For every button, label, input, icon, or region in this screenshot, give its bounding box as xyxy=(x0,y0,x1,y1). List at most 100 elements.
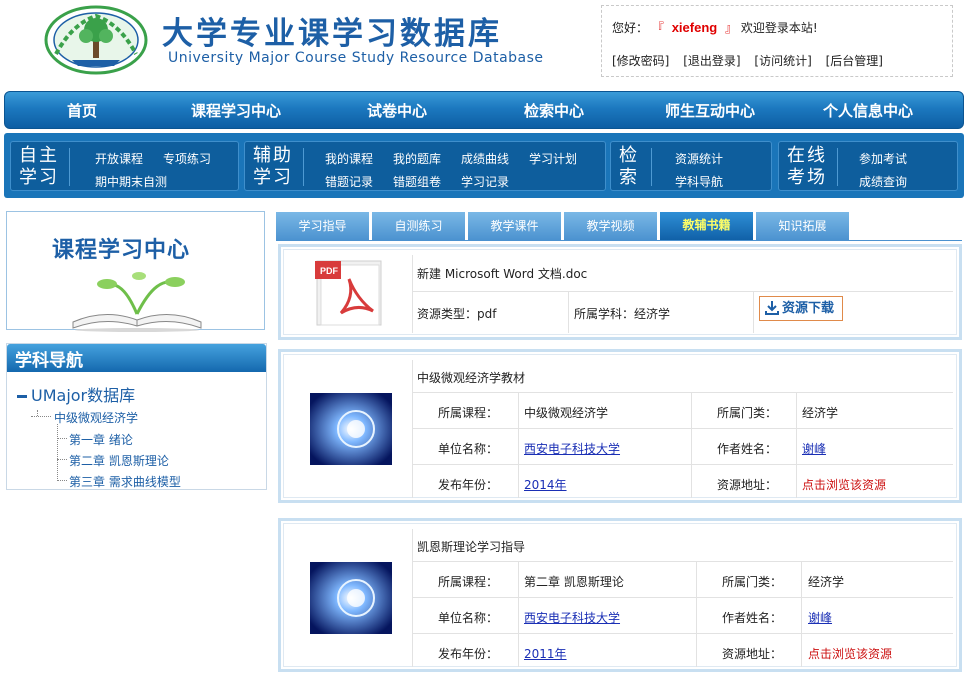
type-value: pdf xyxy=(477,307,497,321)
sub-link-special-practice[interactable]: 专项练习 xyxy=(163,150,211,167)
resource-title: 中级微观经济学教材 xyxy=(417,371,526,385)
open-quote: 『 xyxy=(651,21,664,35)
collapse-icon[interactable] xyxy=(17,395,27,398)
course-label: 所属课程： xyxy=(438,406,499,420)
course-value: 第二章 凯恩斯理论 xyxy=(524,575,624,589)
org-link[interactable]: 西安电子科技大学 xyxy=(524,440,620,457)
resource-card: 凯恩斯理论学习指导 所属课程： 第二章 凯恩斯理论 所属门类： 经济学 单位名称… xyxy=(278,518,962,672)
visit-stats-link[interactable]: [访问统计] xyxy=(754,54,811,68)
resource-thumbnail xyxy=(310,393,392,465)
sub-group-label: 自主学习 xyxy=(19,145,59,188)
year-link[interactable]: 2011年 xyxy=(524,645,567,662)
resource-title: 凯恩斯理论学习指导 xyxy=(417,540,526,554)
tab-study-guide[interactable]: 学习指导 xyxy=(276,212,370,241)
sub-link-my-courses[interactable]: 我的课程 xyxy=(325,150,373,167)
open-book-icon xyxy=(72,272,202,332)
author-link[interactable]: 谢峰 xyxy=(808,609,832,626)
author-label: 作者姓名： xyxy=(722,611,783,625)
tree-chapter-3[interactable]: 第三章 需求曲线模型 xyxy=(69,473,181,490)
tree-chapter-1[interactable]: 第一章 绪论 xyxy=(69,431,133,448)
category-value: 经济学 xyxy=(808,575,845,589)
tab-courseware[interactable]: 教学课件 xyxy=(468,212,562,241)
tab-books[interactable]: 教辅书籍 xyxy=(660,212,754,241)
sub-group-assisted-study: 辅助学习 我的课程 我的题库 成绩曲线 学习计划 错题记录 错题组卷 学习记录 xyxy=(244,141,606,191)
change-password-link[interactable]: [修改密码] xyxy=(612,54,669,68)
sub-link-resource-stats[interactable]: 资源统计 xyxy=(675,150,723,167)
resource-card: PDF 新建 Microsoft Word 文档.doc 资源类型：pdf 所属… xyxy=(278,244,962,340)
tree-root-label: UMajor数据库 xyxy=(31,386,136,405)
close-quote: 』 xyxy=(725,21,738,35)
browse-resource-link[interactable]: 点击浏览该资源 xyxy=(808,645,892,662)
banner-title: 课程学习中心 xyxy=(52,238,191,263)
subject-nav-header: 学科导航 xyxy=(7,344,266,372)
browse-resource-link[interactable]: 点击浏览该资源 xyxy=(802,476,886,493)
org-link[interactable]: 西安电子科技大学 xyxy=(524,609,620,626)
year-label: 发布年份： xyxy=(438,647,499,661)
category-label: 所属门类： xyxy=(722,575,783,589)
user-box: 您好： 『 xiefeng 』 欢迎登录本站! [修改密码] [退出登录] [访… xyxy=(601,5,953,77)
user-links: [修改密码] [退出登录] [访问统计] [后台管理] xyxy=(612,52,893,69)
year-link[interactable]: 2014年 xyxy=(524,476,567,493)
nav-home[interactable]: 首页 xyxy=(67,100,97,121)
pdf-icon: PDF xyxy=(315,260,382,326)
tree-chapter-2[interactable]: 第二章 凯恩斯理论 xyxy=(69,452,169,469)
subject-nav-title: 学科导航 xyxy=(15,351,83,371)
sub-link-midterm-test[interactable]: 期中期末自测 xyxy=(95,173,167,190)
svg-text:PDF: PDF xyxy=(320,266,339,276)
sub-nav: 自主学习 开放课程 专项练习 期中期末自测 辅助学习 我的课程 我的题库 成绩曲… xyxy=(4,133,964,198)
nav-exam-center[interactable]: 试卷中心 xyxy=(367,100,427,121)
university-logo-icon xyxy=(44,5,148,75)
subject-nav-panel: 学科导航 UMajor数据库 中级微观经济学 第一章 绪论 第二章 凯恩斯理论 … xyxy=(6,343,267,490)
course-center-banner: 课程学习中心 xyxy=(6,211,265,332)
sub-link-subject-nav[interactable]: 学科导航 xyxy=(675,173,723,190)
org-label: 单位名称： xyxy=(438,611,499,625)
sub-group-self-study: 自主学习 开放课程 专项练习 期中期末自测 xyxy=(10,141,239,191)
resource-title: 新建 Microsoft Word 文档.doc xyxy=(417,267,588,281)
download-button[interactable]: 资源下载 xyxy=(759,296,843,321)
sub-group-label: 辅助学习 xyxy=(253,145,293,188)
sub-link-study-records[interactable]: 学习记录 xyxy=(461,173,509,190)
nav-profile-center[interactable]: 个人信息中心 xyxy=(823,100,913,121)
nav-course-center[interactable]: 课程学习中心 xyxy=(191,100,281,121)
admin-link[interactable]: [后台管理] xyxy=(826,54,883,68)
sub-group-label: 检索 xyxy=(619,145,639,188)
tab-video[interactable]: 教学视频 xyxy=(564,212,658,241)
site-subtitle: University Major Course Study Resource D… xyxy=(168,50,544,66)
sub-link-open-course[interactable]: 开放课程 xyxy=(95,150,143,167)
sub-link-take-exam[interactable]: 参加考试 xyxy=(859,150,907,167)
course-label: 所属课程： xyxy=(438,575,499,589)
subject-label: 所属学科：经济学 xyxy=(574,307,671,321)
sub-group-search: 检索 资源统计 学科导航 xyxy=(610,141,772,191)
sub-link-my-questions[interactable]: 我的题库 xyxy=(393,150,441,167)
nav-search-center[interactable]: 检索中心 xyxy=(524,100,584,121)
sub-link-study-plan[interactable]: 学习计划 xyxy=(529,150,577,167)
logout-link[interactable]: [退出登录] xyxy=(683,54,740,68)
sub-link-score-curve[interactable]: 成绩曲线 xyxy=(461,150,509,167)
resource-thumbnail xyxy=(310,562,392,634)
tab-self-test[interactable]: 自测练习 xyxy=(372,212,466,241)
sub-group-online-exam: 在线考场 参加考试 成绩查询 xyxy=(778,141,958,191)
category-value: 经济学 xyxy=(802,406,839,420)
tree-course[interactable]: 中级微观经济学 xyxy=(54,409,138,426)
site-title: 大学专业课学习数据库 xyxy=(162,16,502,52)
course-value: 中级微观经济学 xyxy=(524,406,609,420)
subject-value: 经济学 xyxy=(634,307,671,321)
greeting: 您好： 『 xiefeng 』 欢迎登录本站! xyxy=(612,19,818,36)
author-link[interactable]: 谢峰 xyxy=(802,440,826,457)
author-label: 作者姓名： xyxy=(717,442,778,456)
resource-card: 中级微观经济学教材 所属课程： 中级微观经济学 所属门类： 经济学 单位名称： … xyxy=(278,349,962,503)
year-label: 发布年份： xyxy=(438,478,499,492)
address-label: 资源地址： xyxy=(722,647,783,661)
greeting-prefix: 您好： xyxy=(612,21,649,35)
address-label: 资源地址： xyxy=(717,478,778,492)
tab-knowledge[interactable]: 知识拓展 xyxy=(756,212,850,241)
sub-link-error-records[interactable]: 错题记录 xyxy=(325,173,373,190)
type-label: 资源类型：pdf xyxy=(417,307,497,321)
sub-link-error-quiz[interactable]: 错题组卷 xyxy=(393,173,441,190)
org-label: 单位名称： xyxy=(438,442,499,456)
sub-link-score-query[interactable]: 成绩查询 xyxy=(859,173,907,190)
tree-root[interactable]: UMajor数据库 xyxy=(17,382,135,406)
greeting-suffix: 欢迎登录本站! xyxy=(740,21,818,35)
nav-interaction-center[interactable]: 师生互动中心 xyxy=(665,100,755,121)
sub-group-label: 在线考场 xyxy=(787,145,827,188)
